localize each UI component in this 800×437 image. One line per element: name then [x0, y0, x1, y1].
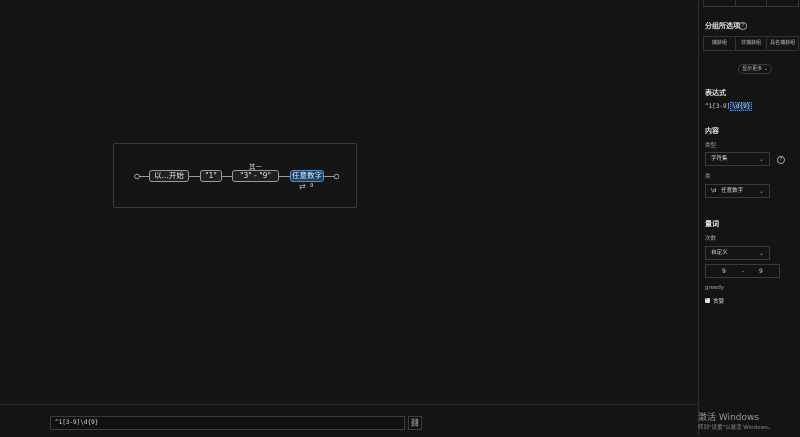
quantifier-title: 量词: [705, 220, 719, 228]
diagram-canvas[interactable]: 以...开始 "1" 其一 "3" - "9" 任意数字 ⇄ 9: [0, 0, 698, 404]
top-tab-group: [703, 0, 799, 7]
class-label: 类: [705, 174, 711, 180]
range-inputs: 9 - 9: [705, 264, 780, 278]
greedy-checkbox[interactable]: [705, 296, 710, 303]
end-terminal: [333, 173, 340, 180]
group-type-tabs: 捕获组 非捕获组 具名捕获组: [703, 36, 799, 51]
group-options-title: 分组所选项: [705, 22, 740, 30]
range-min-input[interactable]: 9: [722, 268, 726, 275]
range-max-input[interactable]: 9: [759, 268, 763, 275]
show-more-label: 显示更多: [742, 66, 763, 72]
range-separator: -: [741, 267, 744, 275]
top-tab[interactable]: [704, 0, 736, 6]
chevron-down-icon: ⌄: [758, 156, 764, 163]
expression-highlight: \d{9}: [730, 102, 753, 111]
class-select-value: 任意数字: [721, 188, 744, 194]
expression-prefix: ^1[3-9]: [705, 103, 731, 110]
top-tab[interactable]: [736, 0, 768, 6]
tab-capture-group[interactable]: 捕获组: [704, 37, 736, 50]
content-title: 内容: [705, 127, 719, 135]
start-terminal: [134, 173, 140, 180]
count-label: 次数: [705, 236, 717, 242]
node-literal-1[interactable]: "1": [200, 170, 222, 182]
regex-input[interactable]: ^1[3-9]\d{9}: [50, 416, 405, 430]
class-select[interactable]: \d 任意数字 ⌄: [705, 184, 770, 198]
node-start-anchor[interactable]: 以...开始: [149, 170, 189, 182]
repeat-icon: ⇄: [299, 182, 306, 191]
greedy-checkbox-label: 贪婪: [713, 299, 725, 305]
chevron-down-icon: ⌄: [758, 188, 764, 195]
help-icon[interactable]: ?: [739, 22, 747, 30]
link-icon: ⛓: [409, 418, 421, 427]
type-select-value: 字符集: [711, 156, 728, 162]
node-any-digit[interactable]: 任意数字: [290, 170, 324, 182]
chevron-down-icon: ⌄: [763, 66, 768, 72]
count-select[interactable]: 自定义 ⌄: [705, 246, 770, 260]
node-range-3-9[interactable]: "3" - "9": [232, 170, 279, 182]
tab-named-capture-group[interactable]: 具名捕获组: [767, 37, 798, 50]
class-select-code: \d: [711, 188, 717, 194]
chevron-down-icon: ⌄: [758, 250, 764, 257]
repeat-count: 9: [310, 183, 314, 189]
bottom-bar: ^1[3-9]\d{9} ⛓: [0, 404, 698, 437]
type-select[interactable]: 字符集 ⌄: [705, 152, 770, 166]
activation-watermark-title: 激活 Windows: [698, 413, 760, 423]
show-more-button[interactable]: 显示更多 ⌄: [738, 64, 772, 74]
properties-panel: 分组所选项 ? 捕获组 非捕获组 具名捕获组 显示更多 ⌄ 表达式 ^1[3-9…: [698, 0, 800, 436]
help-icon[interactable]: ?: [777, 156, 785, 164]
activation-watermark-subtitle: 转到"设置"以激活 Windows。: [698, 425, 774, 431]
expression-value: ^1[3-9] \d{9}: [705, 102, 753, 111]
link-button[interactable]: ⛓: [408, 416, 422, 430]
greedy-label: greedy: [705, 285, 725, 291]
count-select-value: 自定义: [711, 250, 728, 256]
regex-railroad-diagram: 以...开始 "1" 其一 "3" - "9" 任意数字 ⇄ 9: [113, 143, 357, 208]
expression-title: 表达式: [705, 89, 726, 97]
tab-non-capture-group[interactable]: 非捕获组: [736, 37, 768, 50]
type-label: 类型: [705, 143, 717, 149]
top-tab[interactable]: [767, 0, 798, 6]
